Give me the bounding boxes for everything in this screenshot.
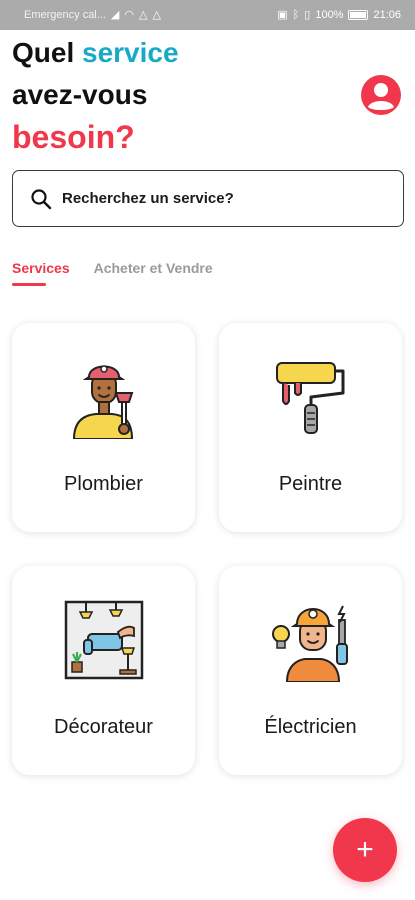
- user-avatar-icon: [361, 75, 401, 115]
- clock: 21:06: [373, 9, 401, 21]
- profile-button[interactable]: [360, 74, 402, 116]
- search-input[interactable]: Recherchez un service?: [12, 170, 404, 227]
- service-card-plombier[interactable]: Plombier: [12, 323, 195, 532]
- services-grid: Plombier Peintre Décorateur Électricien: [12, 323, 404, 775]
- page-title: Quel service avez-vous besoin?: [12, 32, 179, 158]
- service-label: Peintre: [278, 473, 343, 495]
- vibrate-icon: ▯: [304, 8, 311, 21]
- service-label: Électricien: [264, 716, 357, 738]
- alert-icon: △: [152, 8, 161, 21]
- service-card-electricien[interactable]: Électricien: [219, 566, 402, 775]
- battery-percent: 100%: [315, 9, 344, 21]
- plus-icon: +: [356, 833, 374, 866]
- paint-roller-icon: [275, 362, 344, 434]
- electrician-icon: [271, 605, 348, 682]
- search-placeholder: Recherchez un service?: [62, 190, 234, 207]
- title-line-1: Quel service: [12, 32, 179, 74]
- signal-icon: ◢: [110, 8, 120, 21]
- alert-icon: △: [139, 8, 148, 21]
- search-icon: [31, 188, 52, 209]
- bluetooth-icon: ᛒ: [292, 8, 300, 21]
- tab-bar: Services Acheter et Vendre: [12, 260, 213, 286]
- service-card-peintre[interactable]: Peintre: [219, 323, 402, 532]
- add-button[interactable]: +: [333, 818, 397, 882]
- tab-services[interactable]: Services: [12, 260, 70, 286]
- title-line-2: avez-vous: [12, 79, 148, 110]
- battery-icon: [348, 10, 369, 20]
- title-prefix: Quel: [12, 37, 75, 68]
- status-left: Emergency cal... ◢ ◠ △ △: [24, 9, 161, 21]
- status-bar: Emergency cal... ◢ ◠ △ △ ▣ ᛒ ▯ 100% 21:0…: [0, 0, 415, 30]
- service-label: Décorateur: [54, 716, 153, 738]
- plumber-icon: [72, 365, 133, 439]
- service-card-decorateur[interactable]: Décorateur: [12, 566, 195, 775]
- wifi-icon: ◠: [124, 8, 134, 21]
- title-line-3: besoin?: [12, 119, 135, 155]
- status-right: ▣ ᛒ ▯ 100% 21:06: [277, 9, 401, 21]
- title-highlight: service: [82, 37, 179, 68]
- nfc-icon: ▣: [277, 8, 288, 21]
- carrier-text: Emergency cal...: [24, 9, 106, 21]
- tab-buy-sell[interactable]: Acheter et Vendre: [94, 260, 213, 286]
- service-label: Plombier: [64, 473, 143, 495]
- decorator-room-icon: [64, 600, 143, 680]
